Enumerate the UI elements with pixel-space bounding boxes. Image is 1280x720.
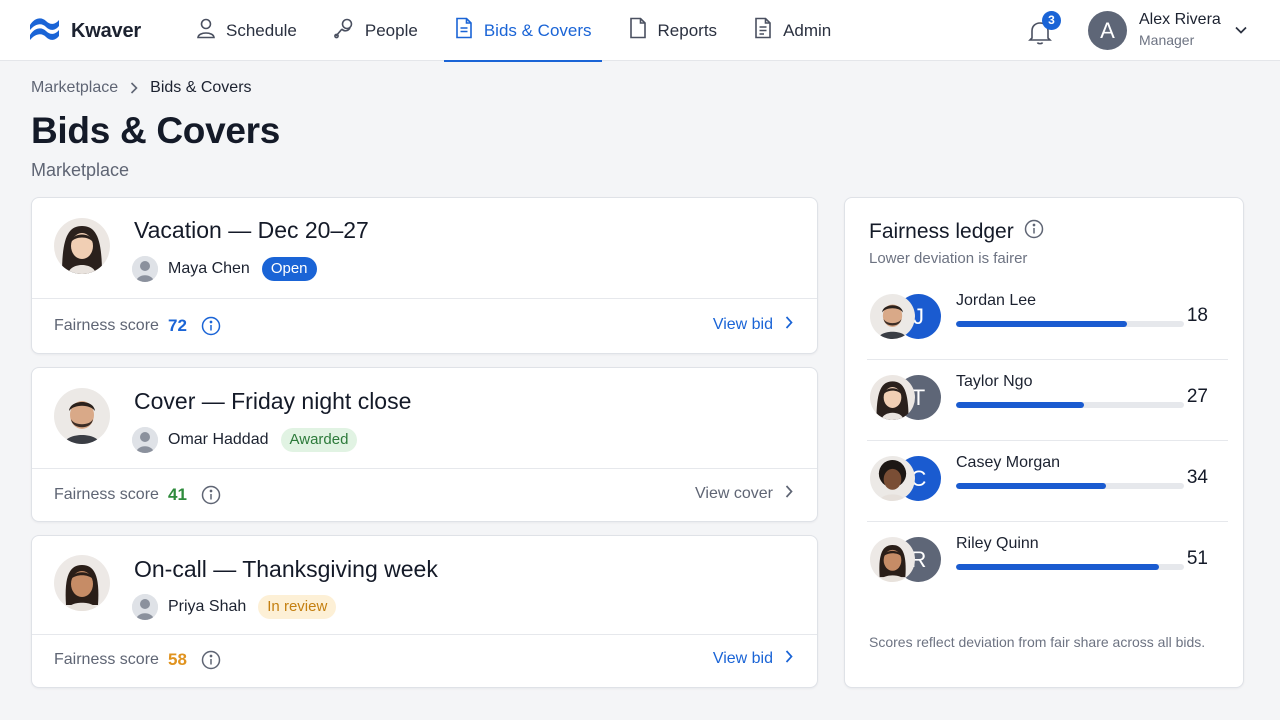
owner-name: Maya Chen — [168, 260, 250, 277]
fairness-ledger-panel: Fairness ledger Lower deviation is faire… — [844, 197, 1244, 688]
info-icon[interactable] — [201, 650, 221, 675]
ledger-row[interactable]: C Casey Morgan 34 — [867, 441, 1228, 522]
ledger-footnote: Scores reflect deviation from fair share… — [869, 634, 1206, 650]
deviation-bar — [956, 321, 1184, 327]
owner-name: Omar Haddad — [168, 431, 269, 448]
deviation-bar-fill — [956, 483, 1107, 489]
member-photo — [870, 456, 915, 501]
fairness-score: 41 — [168, 485, 187, 504]
action-label: View bid — [712, 316, 773, 333]
status-badge: In review — [258, 595, 337, 619]
chevron-down-icon — [1235, 21, 1247, 39]
avatar — [132, 427, 158, 453]
breadcrumb-parent-link[interactable]: Marketplace — [31, 79, 118, 97]
score-label: Fairness score — [54, 317, 159, 334]
main-nav: Schedule People Bids & Covers Reports Ad… — [186, 0, 857, 62]
action-label: View bid — [712, 650, 773, 667]
cover-card: Cover — Friday night close Omar Haddad A… — [31, 367, 818, 522]
deviation-bar — [956, 402, 1184, 408]
fairness-score: 72 — [168, 316, 187, 335]
deviation-bar-fill — [956, 321, 1127, 327]
page-title: Bids & Covers — [31, 110, 281, 151]
owner-name: Priya Shah — [168, 598, 247, 615]
ledger-subtitle: Lower deviation is fairer — [869, 250, 1028, 267]
chevron-right-icon — [130, 82, 138, 94]
nav-label: People — [364, 20, 418, 40]
chevron-right-icon — [773, 485, 793, 503]
card-title: On-call — Thanksgiving week — [134, 556, 438, 582]
deviation-bar — [956, 564, 1184, 570]
people-icon — [333, 17, 365, 44]
top-bar: Kwaver Schedule People Bids & Covers Rep… — [0, 0, 1280, 62]
status-badge: Open — [261, 257, 317, 281]
action-label: View cover — [695, 485, 773, 502]
status-badge: Awarded — [280, 428, 358, 452]
breadcrumb-current: Bids & Covers — [150, 79, 252, 96]
user-icon — [196, 17, 226, 44]
card-title: Cover — Friday night close — [134, 388, 412, 414]
ledger-row[interactable]: R Riley Quinn 51 — [867, 522, 1228, 603]
notification-count-badge: 3 — [1042, 11, 1061, 30]
score-label: Fairness score — [54, 651, 159, 668]
page-subtitle: Marketplace — [31, 160, 130, 180]
deviation-score: 27 — [1186, 386, 1208, 407]
user-name: Alex Rivera — [1139, 11, 1221, 28]
document-icon — [628, 17, 658, 44]
document-lines-icon — [753, 17, 783, 44]
deviation-score: 18 — [1186, 305, 1208, 326]
info-icon[interactable] — [201, 316, 221, 341]
user-role: Manager — [1139, 32, 1195, 48]
member-name: Casey Morgan — [956, 454, 1061, 471]
requester-photo — [54, 555, 110, 611]
ledger-row[interactable]: J Jordan Lee 18 — [867, 279, 1228, 360]
brand[interactable]: Kwaver — [28, 16, 141, 47]
requester-photo — [54, 218, 110, 274]
deviation-bar — [956, 483, 1184, 489]
deviation-score: 51 — [1186, 548, 1208, 569]
chevron-right-icon — [773, 650, 793, 668]
nav-label: Reports — [657, 20, 718, 40]
view-bid-link[interactable]: View bid — [713, 316, 793, 334]
nav-label: Admin — [783, 20, 832, 40]
score-label: Fairness score — [54, 486, 159, 503]
nav-admin[interactable]: Admin — [743, 0, 841, 61]
member-name: Taylor Ngo — [956, 373, 1033, 390]
avatar — [132, 256, 158, 282]
bid-card: Vacation — Dec 20–27 Maya Chen Open Fair… — [31, 197, 818, 354]
member-photo — [870, 375, 915, 420]
deviation-score: 34 — [1186, 467, 1208, 488]
nav-people[interactable]: People — [323, 0, 428, 61]
member-name: Riley Quinn — [956, 535, 1039, 552]
nav-label: Schedule — [226, 20, 297, 40]
fairness-score: 58 — [168, 650, 187, 669]
nav-schedule[interactable]: Schedule — [186, 0, 307, 61]
avatar — [132, 594, 158, 620]
card-title: Vacation — Dec 20–27 — [134, 217, 369, 243]
member-photo — [870, 294, 915, 339]
nav-label: Bids & Covers — [483, 20, 592, 40]
bid-card: On-call — Thanksgiving week Priya Shah I… — [31, 535, 818, 688]
requester-photo — [54, 388, 110, 444]
view-bid-link[interactable]: View bid — [713, 650, 793, 668]
member-name: Jordan Lee — [956, 292, 1037, 309]
info-icon[interactable] — [1014, 219, 1044, 245]
ledger-row[interactable]: T Taylor Ngo 27 — [867, 360, 1228, 441]
avatar: A — [1088, 10, 1127, 50]
nav-reports[interactable]: Reports — [618, 0, 728, 61]
notifications-button[interactable]: 3 — [1028, 11, 1061, 46]
ledger-title: Fairness ledger — [869, 220, 1014, 243]
deviation-bar-fill — [956, 564, 1159, 570]
deviation-bar-fill — [956, 402, 1084, 408]
chevron-right-icon — [773, 316, 793, 334]
user-menu[interactable]: A Alex Rivera Manager — [1088, 10, 1247, 50]
member-photo — [870, 537, 915, 582]
kwaver-logo-icon — [28, 16, 61, 47]
breadcrumb: Marketplace Bids & Covers — [31, 79, 252, 97]
view-cover-link[interactable]: View cover — [695, 485, 793, 503]
nav-bids-covers[interactable]: Bids & Covers — [443, 0, 602, 62]
app-name: Kwaver — [71, 20, 141, 42]
info-icon[interactable] — [201, 485, 221, 510]
document-icon — [454, 17, 484, 44]
